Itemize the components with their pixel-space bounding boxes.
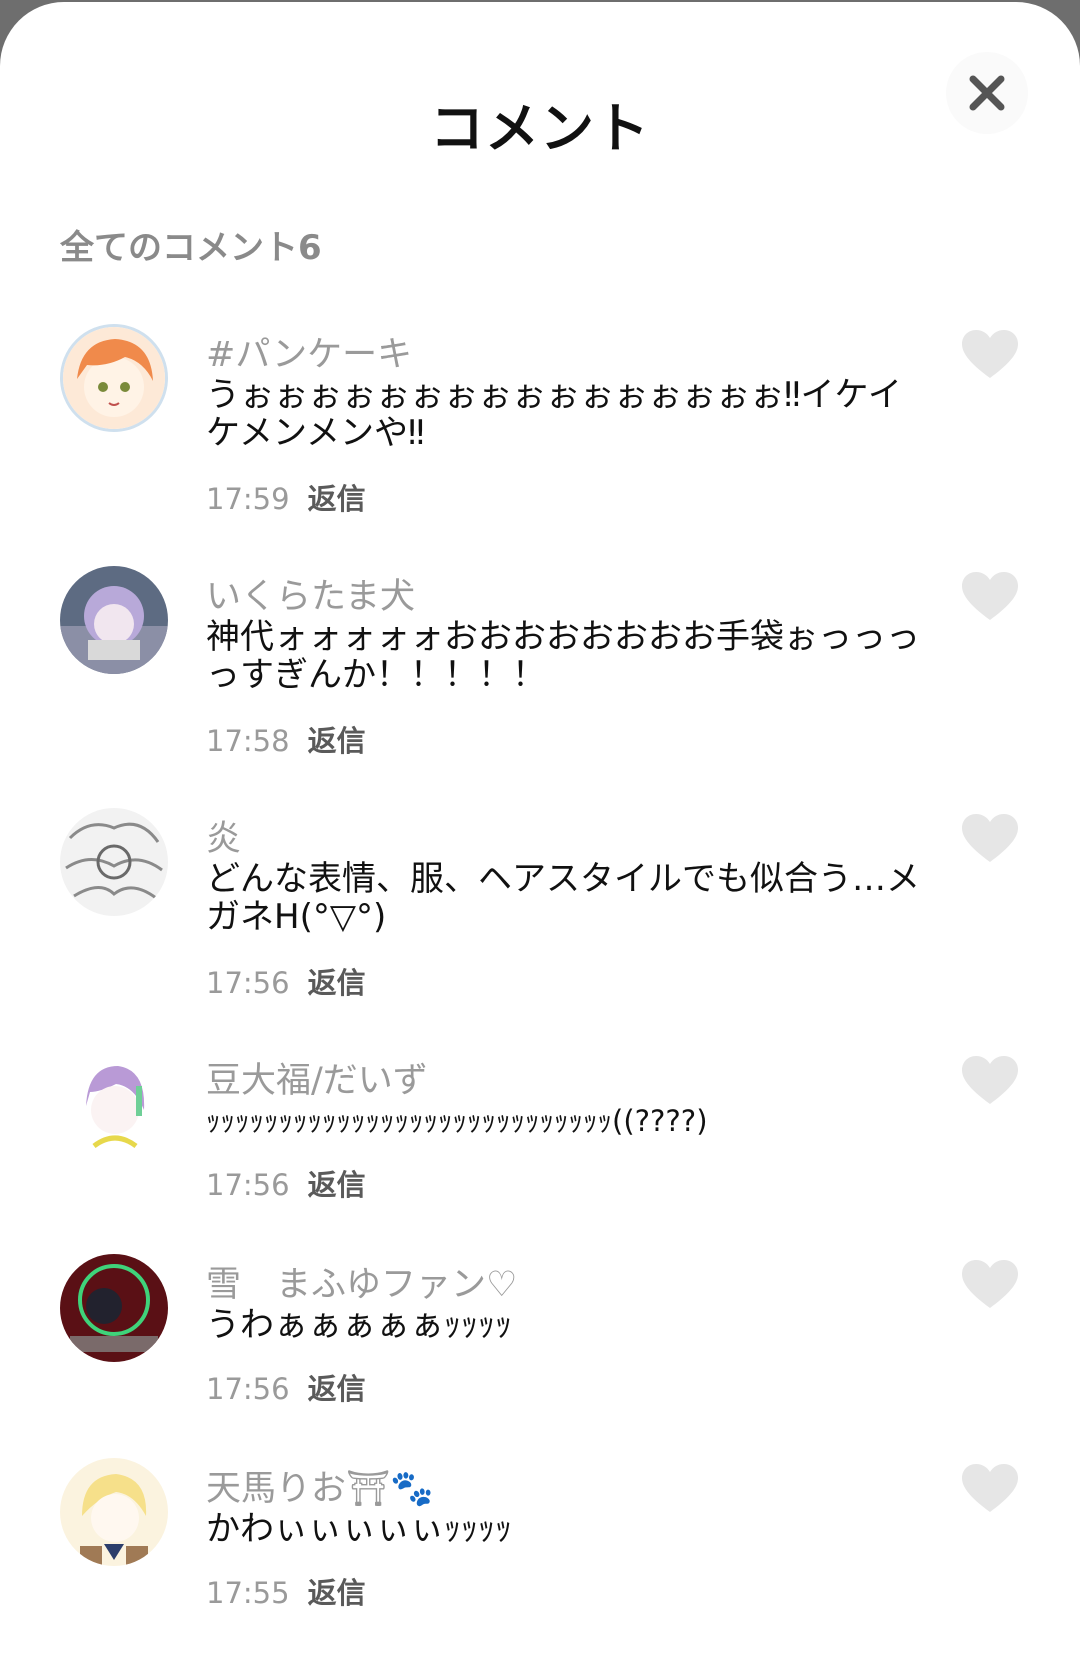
avatar[interactable] <box>60 324 168 432</box>
reply-button[interactable]: 返信 <box>308 966 366 1000</box>
comment-username[interactable]: 豆大福/だいず <box>206 1052 428 1103</box>
comment-meta: 17:56 返信 <box>206 1366 366 1408</box>
comment-time: 17:56 <box>206 1168 290 1202</box>
comment-username[interactable]: 天馬りお⛩🐾 <box>206 1460 434 1511</box>
comment-text: かわぃぃぃぃぃｯｯｯｯ <box>206 1509 512 1549</box>
close-button[interactable] <box>946 52 1028 134</box>
heart-icon[interactable] <box>962 572 1018 622</box>
reply-button[interactable]: 返信 <box>308 482 366 516</box>
reply-button[interactable]: 返信 <box>308 1372 366 1406</box>
comment-text: 神代ォォォォォおおおおおおおお手袋ぉっっっっすぎんか！！！！！ <box>206 617 920 695</box>
comment-meta: 17:55 返信 <box>206 1570 366 1612</box>
username-text: 天馬りお⛩🐾 <box>206 1469 435 1509</box>
comment-time: 17:55 <box>206 1576 290 1610</box>
page-title: コメント <box>430 97 650 160</box>
heart-icon[interactable] <box>962 330 1018 380</box>
comment-meta: 17:56 返信 <box>206 1162 366 1204</box>
comment-text: うぉぉぉぉぉぉぉぉぉぉぉぉぉぉぉぉ‼イケイケメンメンや‼ <box>206 375 902 453</box>
avatar[interactable] <box>60 1458 168 1566</box>
heart-icon[interactable] <box>962 814 1018 864</box>
comment-time: 17:58 <box>206 724 290 758</box>
comment-username[interactable]: いくらたま犬 <box>206 568 415 619</box>
heart-icon[interactable] <box>962 1260 1018 1310</box>
comment-meta: 17:59 返信 <box>206 476 366 518</box>
comment-meta: 17:56 返信 <box>206 960 366 1002</box>
reply-button[interactable]: 返信 <box>308 724 366 758</box>
avatar[interactable] <box>60 808 168 916</box>
comment-username[interactable]: 雪 まふゆファン♡ <box>206 1256 517 1307</box>
reply-button[interactable]: 返信 <box>308 1576 366 1610</box>
avatar[interactable] <box>60 1050 168 1158</box>
comment-text: どんな表情、服、ヘアスタイルでも似合う…メガネH(°▽°) <box>206 859 920 937</box>
all-comments-heading: 全てのコメント6 <box>60 228 322 268</box>
comment-text: うわぁぁぁぁぁｯｯｯｯ <box>206 1305 512 1345</box>
comment-time: 17:59 <box>206 482 290 516</box>
comment-username[interactable]: 炎 <box>206 810 241 861</box>
comment-sheet: コメント 全てのコメント6 #パンケーキ うぉぉぉぉぉぉぉぉぉぉぉぉぉぉぉぉ‼イ… <box>0 2 1080 1674</box>
reply-button[interactable]: 返信 <box>308 1168 366 1202</box>
comment-time: 17:56 <box>206 966 290 1000</box>
heart-icon[interactable] <box>962 1056 1018 1106</box>
comment-username[interactable]: #パンケーキ <box>206 326 412 377</box>
comment-text: ｯｯｯｯｯｯｯｯｯｯｯｯｯｯｯｯｯｯｯｯｯｯｯｯｯｯｯｯ((????) <box>206 1104 708 1138</box>
comment-time: 17:56 <box>206 1372 290 1406</box>
comment-meta: 17:58 返信 <box>206 718 366 760</box>
heart-icon[interactable] <box>962 1464 1018 1514</box>
avatar[interactable] <box>60 1254 168 1362</box>
close-icon <box>969 75 1005 111</box>
avatar[interactable] <box>60 566 168 674</box>
